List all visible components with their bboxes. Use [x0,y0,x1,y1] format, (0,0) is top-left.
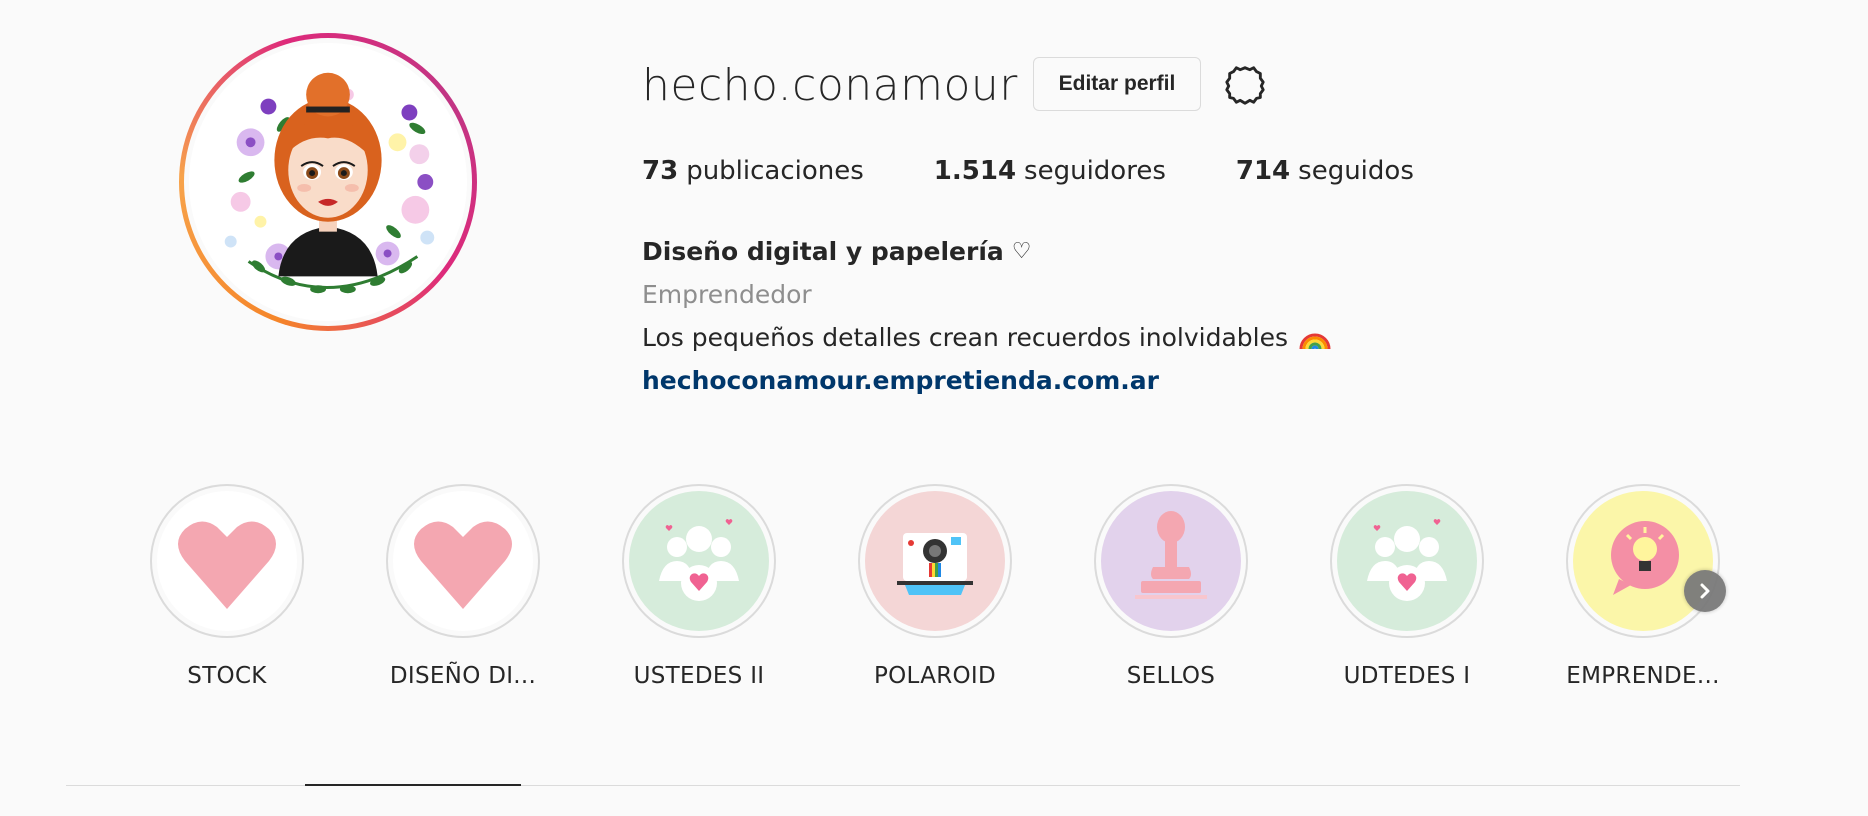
highlight-label: STOCK [187,663,267,689]
stamp-icon [1101,491,1241,631]
posts-count: 73 [642,156,679,186]
highlight-ring [1330,484,1484,638]
following-label: seguidos [1298,156,1414,186]
profile-bio: Diseño digital y papelería ♡ Emprendedor… [642,230,1332,402]
bio-text-row: Los pequeños detalles crean recuerdos in… [642,316,1332,359]
polaroid-camera-icon [865,491,1005,631]
highlight-ring [386,484,540,638]
highlight-sellos[interactable]: SELLOS [1086,484,1256,689]
highlight-label: SELLOS [1126,663,1216,689]
following-count: 714 [1235,156,1291,186]
bio-name: Diseño digital y papelería [642,237,1004,266]
posts-label: publicaciones [686,156,864,186]
pink-heart-icon [393,491,533,631]
highlight-ring [858,484,1012,638]
bio-text: Los pequeños detalles crean recuerdos in… [642,323,1289,352]
profile-page: hecho.conamour Editar perfil 73 publicac… [0,0,1868,816]
community-heart-icon [629,491,769,631]
highlights-next-icon[interactable] [1684,570,1726,612]
followers-label: seguidores [1024,156,1166,186]
highlight-stock[interactable]: STOCK [142,484,312,689]
pink-heart-icon [157,491,297,631]
highlight-ring [622,484,776,638]
avatar-illustration-icon [189,43,467,321]
active-tab-indicator [305,784,521,786]
followers-stat[interactable]: 1.514 seguidores [934,156,1166,186]
bio-category: Emprendedor [642,280,812,309]
bio-name-row: Diseño digital y papelería ♡ [642,230,1332,273]
highlight-label: EMPRENDE... [1566,663,1720,689]
highlight-label: USTEDES II [633,663,765,689]
highlight-ustedes-ii[interactable]: USTEDES II [614,484,784,689]
rainbow-icon [1298,323,1332,353]
edit-profile-button[interactable]: Editar perfil [1033,57,1201,111]
community-heart-icon [1337,491,1477,631]
profile-avatar[interactable] [179,33,477,331]
following-stat[interactable]: 714 seguidos [1236,156,1414,186]
posts-stat[interactable]: 73 publicaciones [642,156,864,186]
highlight-diseno[interactable]: DISEÑO DI... [378,484,548,689]
story-highlights: STOCK DISEÑO DI... USTEDES II POLAROID S… [142,484,1722,694]
highlight-label: DISEÑO DI... [389,663,537,689]
highlight-ring [1094,484,1248,638]
lightbulb-bubble-icon [1573,491,1713,631]
followers-count: 1.514 [933,156,1017,186]
highlight-ring [1566,484,1720,638]
highlight-polaroid[interactable]: POLAROID [850,484,1020,689]
profile-username: hecho.conamour [642,60,1018,111]
highlight-label: POLAROID [873,663,997,689]
highlight-label: UDTEDES I [1343,663,1471,689]
profile-stats: 73 publicaciones 1.514 seguidores 714 se… [642,156,1484,186]
settings-gear-icon[interactable] [1222,62,1268,108]
highlight-ring [150,484,304,638]
bio-website-link[interactable]: hechoconamour.empretienda.com.ar [642,366,1159,395]
heart-outline-icon: ♡ [1011,239,1032,264]
highlight-udtedes-i[interactable]: UDTEDES I [1322,484,1492,689]
